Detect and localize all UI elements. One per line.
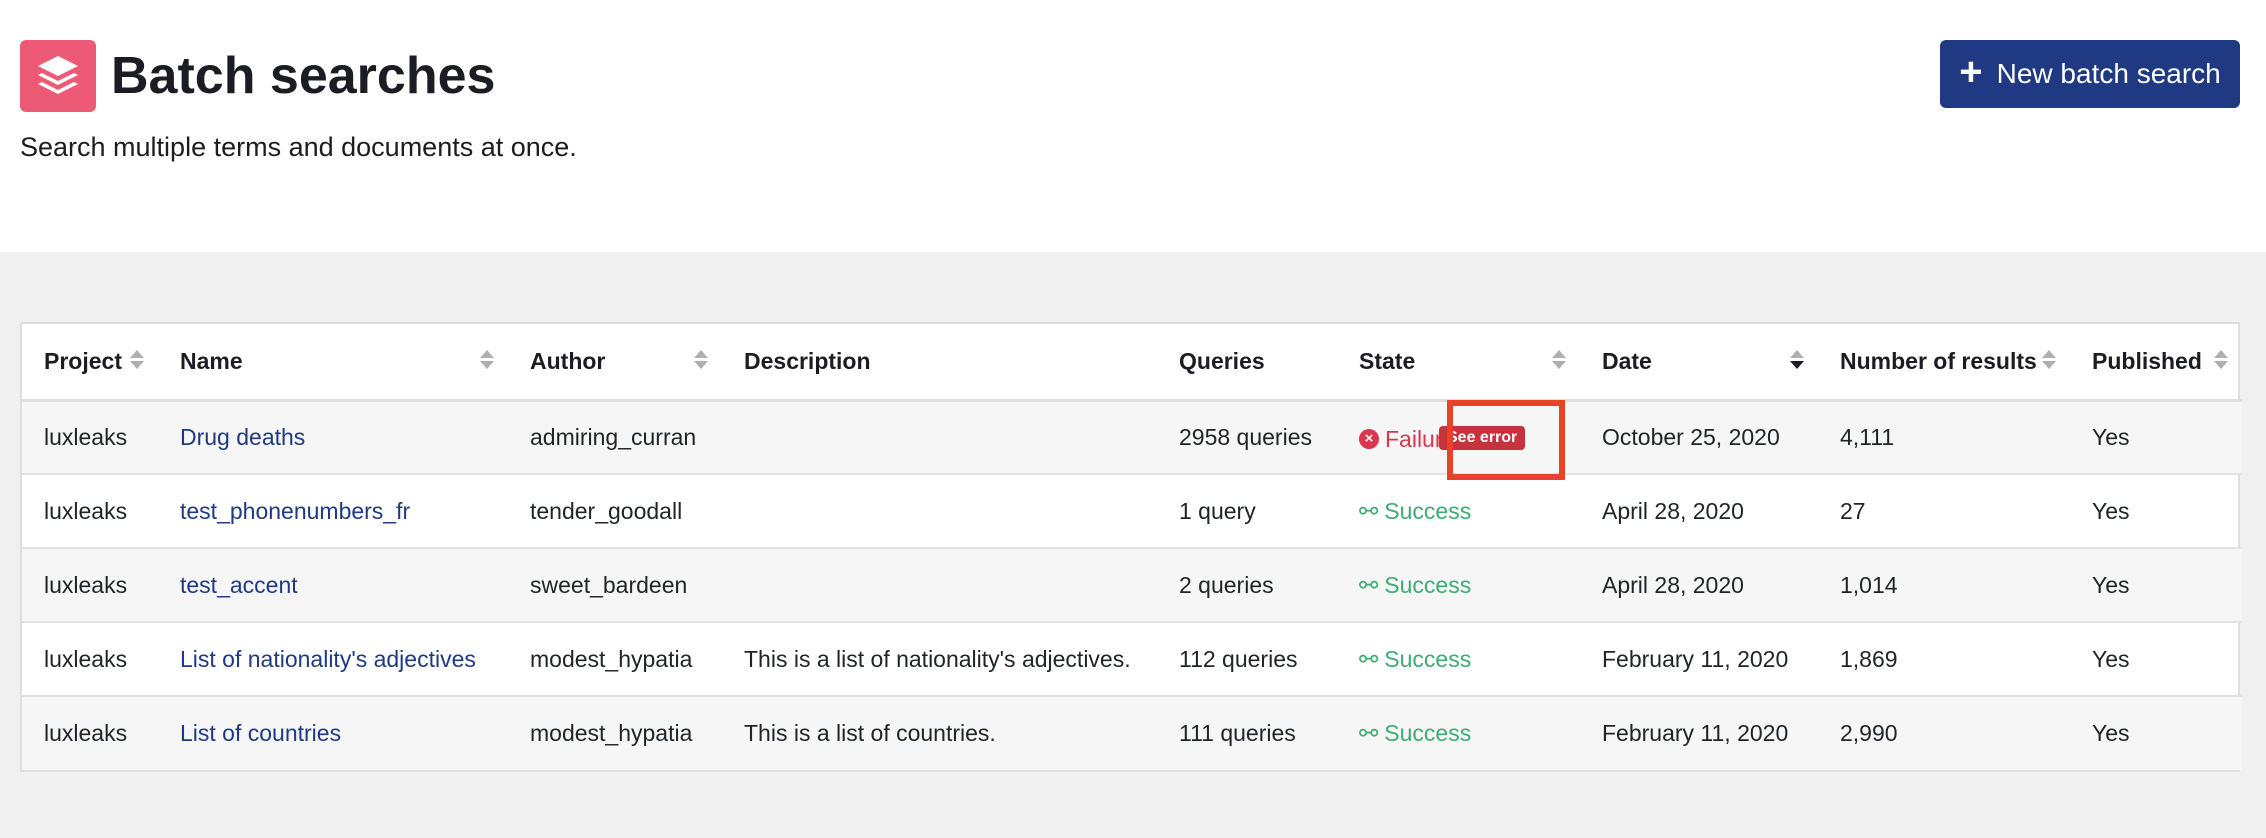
cell-queries: 111 queries	[1179, 720, 1296, 746]
cell-published: Yes	[2092, 645, 2130, 672]
see-error-button[interactable]: See error	[1439, 425, 1526, 450]
cell-published: Yes	[2092, 720, 2130, 746]
table-row[interactable]: luxleaks Drug deaths admiring_curran 295…	[22, 400, 2242, 474]
binoculars-icon: ⚯	[1359, 720, 1379, 746]
sort-icon[interactable]	[1552, 350, 1566, 374]
sort-icon[interactable]	[130, 350, 144, 374]
table-row[interactable]: luxleaks List of countries modest_hypati…	[22, 696, 2242, 770]
column-header-state[interactable]: State	[1337, 324, 1580, 402]
table-row[interactable]: luxleaks List of nationality's adjective…	[22, 622, 2242, 696]
cell-results: 4,111	[1840, 423, 1895, 450]
cell-queries: 112 queries	[1179, 645, 1298, 672]
binoculars-icon: ⚯	[1359, 497, 1379, 524]
cell-state: ⚯ Success	[1337, 548, 1580, 622]
failure-icon: ×	[1359, 429, 1379, 449]
column-header-name[interactable]: Name	[158, 324, 508, 402]
cell-description	[722, 400, 1157, 474]
cell-date: April 28, 2020	[1602, 497, 1744, 524]
new-batch-search-label: New batch search	[1996, 58, 2221, 89]
cell-results: 1,014	[1840, 571, 1898, 598]
cell-description	[722, 548, 1157, 622]
sort-icon[interactable]	[2042, 350, 2056, 374]
cell-author: admiring_curran	[530, 423, 697, 450]
page-header: Batch searches Search multiple terms and…	[0, 0, 2266, 252]
cell-results: 1,869	[1840, 645, 1898, 672]
column-header-date[interactable]: Date	[1580, 324, 1818, 402]
column-header-published[interactable]: Published	[2070, 324, 2242, 402]
cell-project: luxleaks	[44, 571, 128, 598]
page-subtitle: Search multiple terms and documents at o…	[20, 132, 577, 162]
batch-search-table-card: Project Name Author Description Queries …	[20, 322, 2242, 772]
cell-description	[722, 474, 1157, 548]
plus-icon: +	[1959, 50, 1983, 94]
cell-results: 27	[1840, 497, 1866, 524]
batch-search-link[interactable]: List of countries	[180, 720, 341, 746]
cell-project: luxleaks	[44, 645, 128, 672]
cell-description: This is a list of nationality's adjectiv…	[744, 645, 1131, 672]
column-header-queries: Queries	[1157, 324, 1337, 402]
binoculars-icon: ⚯	[1359, 571, 1379, 598]
batch-search-table: Project Name Author Description Queries …	[22, 324, 2242, 770]
column-header-author[interactable]: Author	[508, 324, 722, 402]
cell-date: October 25, 2020	[1602, 423, 1780, 450]
state-label: Success	[1384, 645, 1472, 672]
batch-search-link[interactable]: Drug deaths	[180, 424, 305, 450]
page-title: Batch searches	[111, 47, 496, 105]
batch-search-link[interactable]: test_phonenumbers_fr	[180, 498, 410, 524]
cell-description: This is a list of countries.	[744, 720, 996, 746]
cell-date: April 28, 2020	[1602, 571, 1744, 598]
column-header-project[interactable]: Project	[22, 324, 158, 402]
batch-search-link[interactable]: test_accent	[180, 572, 298, 598]
batch-search-link[interactable]: List of nationality's adjectives	[180, 646, 476, 672]
column-header-description: Description	[722, 324, 1157, 402]
cell-queries: 2 queries	[1179, 571, 1274, 598]
layers-icon	[20, 40, 96, 112]
cell-date: February 11, 2020	[1602, 645, 1789, 672]
cell-author: modest_hypatia	[530, 720, 693, 746]
sort-icon[interactable]	[2214, 350, 2228, 374]
cell-published: Yes	[2092, 423, 2130, 450]
cell-project: luxleaks	[44, 720, 128, 746]
sort-descending-icon[interactable]	[1790, 350, 1804, 374]
cell-author: tender_goodall	[530, 497, 683, 524]
cell-state: ⚯ Success	[1337, 474, 1580, 548]
cell-author: sweet_bardeen	[530, 571, 688, 598]
state-label: Success	[1384, 571, 1472, 598]
cell-project: luxleaks	[44, 423, 128, 450]
table-header-row: Project Name Author Description Queries …	[22, 324, 2242, 402]
cell-queries: 1 query	[1179, 497, 1256, 524]
new-batch-search-button[interactable]: + New batch search	[1940, 40, 2240, 108]
cell-author: modest_hypatia	[530, 645, 693, 672]
table-row[interactable]: luxleaks test_accent sweet_bardeen 2 que…	[22, 548, 2242, 622]
column-header-results[interactable]: Number of results	[1818, 324, 2070, 402]
sort-icon[interactable]	[480, 350, 494, 374]
state-label: Success	[1384, 720, 1472, 746]
cell-state: × Failure See error	[1337, 400, 1580, 474]
cell-published: Yes	[2092, 571, 2130, 598]
cell-results: 2,990	[1840, 720, 1898, 746]
sort-icon[interactable]	[694, 350, 708, 374]
state-label: Success	[1384, 497, 1472, 524]
table-row[interactable]: luxleaks test_phonenumbers_fr tender_goo…	[22, 474, 2242, 548]
cell-queries: 2958 queries	[1179, 423, 1312, 450]
cell-state: ⚯ Success	[1337, 696, 1580, 770]
binoculars-icon: ⚯	[1359, 645, 1379, 672]
cell-project: luxleaks	[44, 497, 128, 524]
cell-date: February 11, 2020	[1602, 720, 1789, 746]
cell-published: Yes	[2092, 497, 2130, 524]
cell-state: ⚯ Success	[1337, 622, 1580, 696]
